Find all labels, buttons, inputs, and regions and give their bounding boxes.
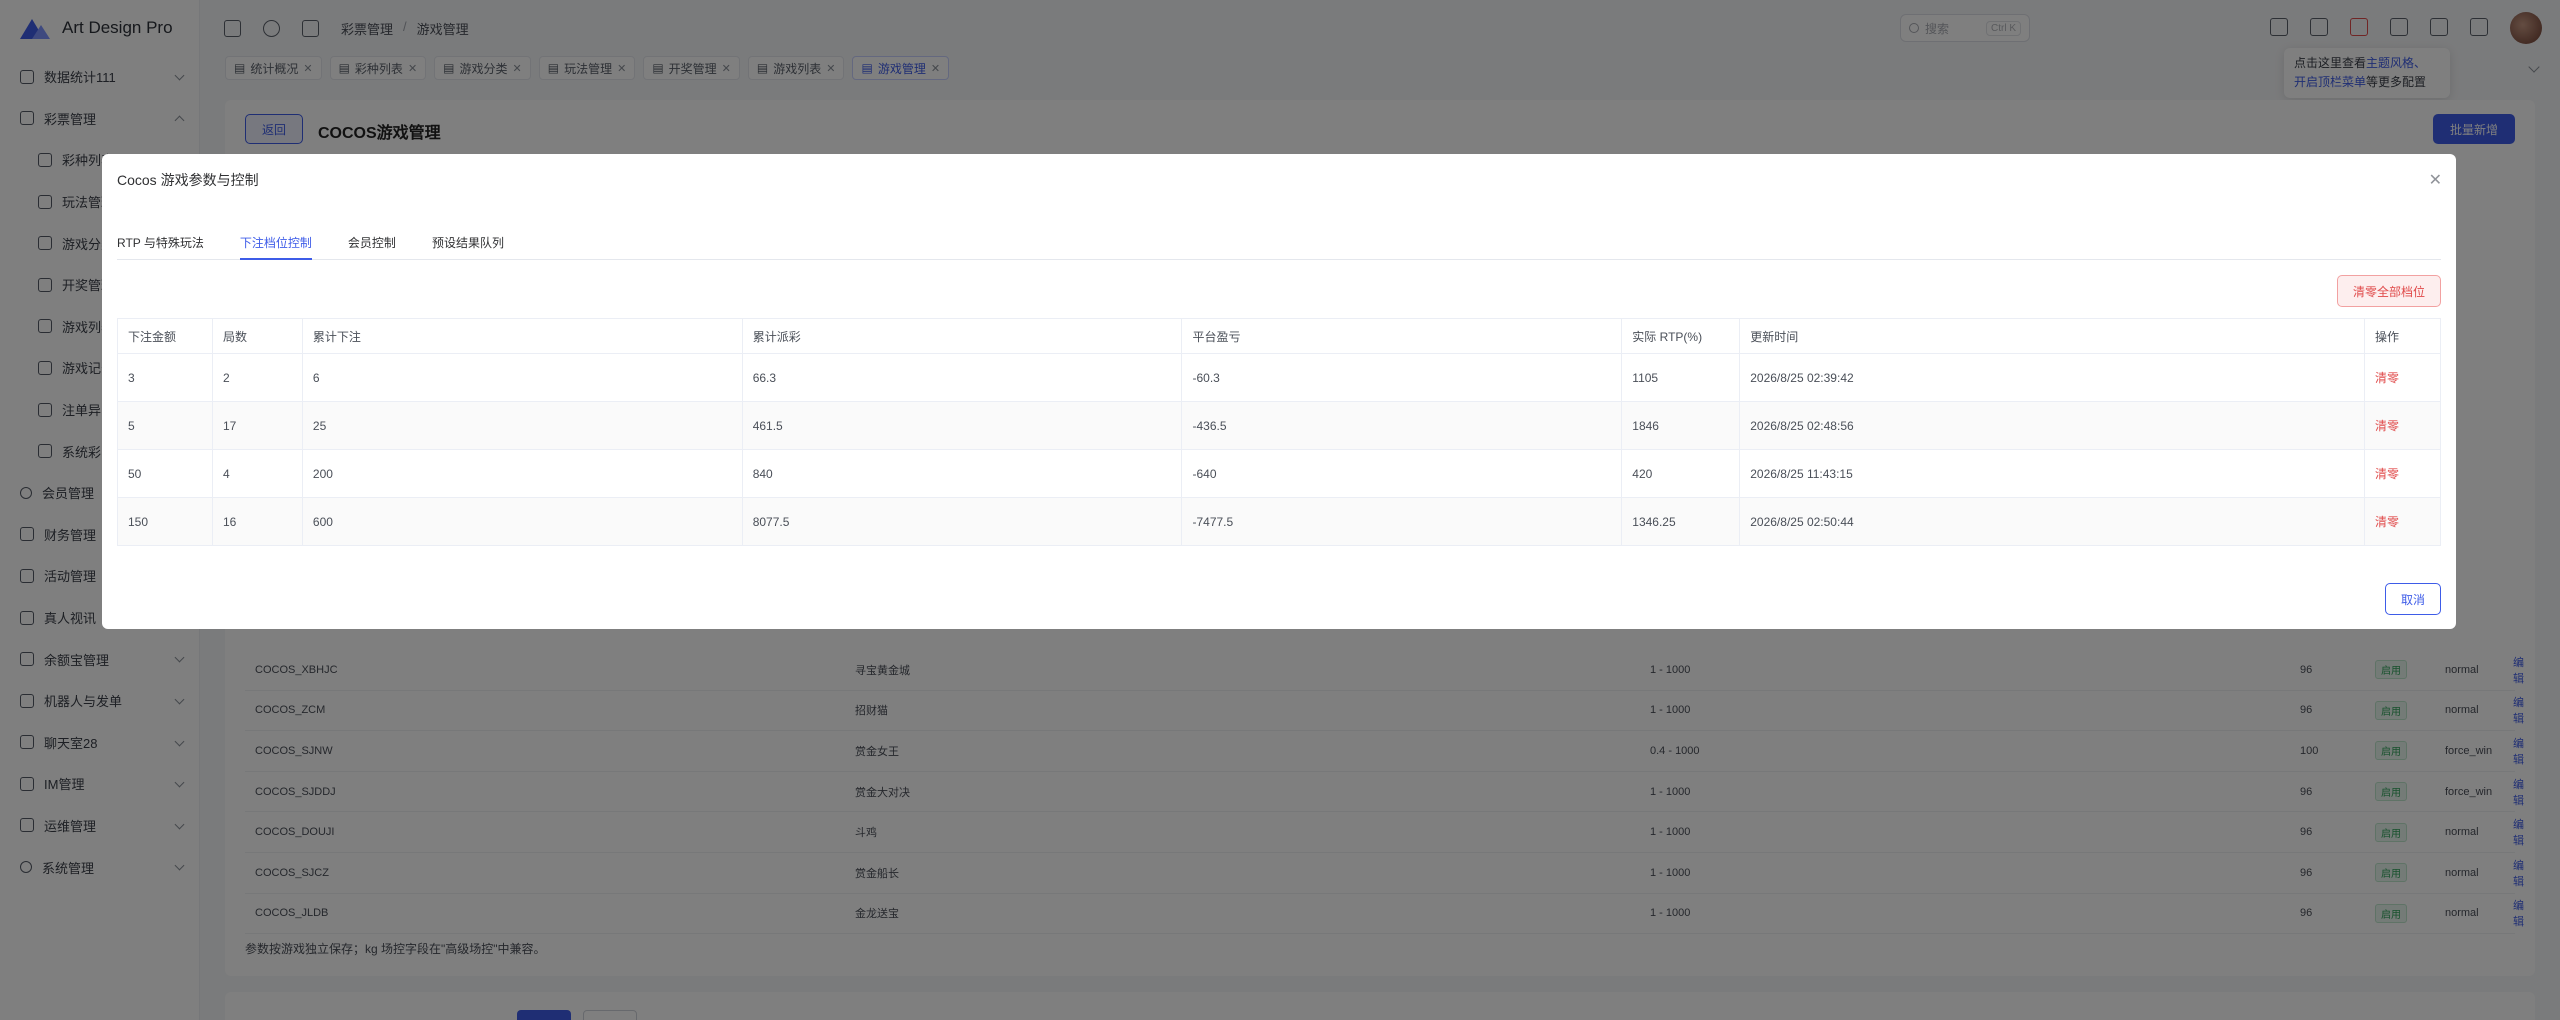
cancel-button[interactable]: 取消 <box>2385 583 2441 615</box>
table-cell: 16 <box>211 497 303 546</box>
table-cell: 8077.5 <box>741 497 1183 546</box>
column-header: 累计派彩 <box>741 318 1183 354</box>
column-header: 平台盈亏 <box>1181 318 1623 354</box>
table-cell: 25 <box>301 401 743 450</box>
table-row: 50 4 200 840 -640 420 2026/8/25 11:43:15 清零 <box>117 449 2442 498</box>
table-cell: -436.5 <box>1181 401 1623 450</box>
table-cell: 3 <box>117 353 213 402</box>
cocos-params-dialog: Cocos 游戏参数与控制 ✕ RTP 与特殊玩法 下注档位控制 会员控制 预设结果队… <box>102 154 2456 629</box>
column-header: 更新时间 <box>1739 318 2365 354</box>
column-header: 实际 RTP(%) <box>1621 318 1741 354</box>
table-cell: 461.5 <box>741 401 1183 450</box>
table-cell: 6 <box>301 353 743 402</box>
table-cell: 1105 <box>1621 353 1741 402</box>
table-row: 5 17 25 461.5 -436.5 1846 2026/8/25 02:48:56 清零 <box>117 401 2442 450</box>
table-cell: 150 <box>117 497 213 546</box>
column-header: 操作 <box>2363 318 2442 354</box>
table-cell: 1346.25 <box>1621 497 1741 546</box>
dialog-tabs: RTP 与特殊玩法 下注档位控制 会员控制 预设结果队列 <box>117 234 2441 260</box>
table-cell: 200 <box>301 449 743 498</box>
reset-link[interactable]: 清零 <box>2363 401 2442 450</box>
reset-link[interactable]: 清零 <box>2363 353 2442 402</box>
table-cell: 50 <box>117 449 213 498</box>
table-cell: 5 <box>117 401 213 450</box>
table-cell: 840 <box>741 449 1183 498</box>
dialog-tab[interactable]: RTP 与特殊玩法 <box>117 234 204 260</box>
table-cell: 1846 <box>1621 401 1741 450</box>
table-row: 3 2 6 66.3 -60.3 1105 2026/8/25 02:39:42 清零 <box>117 353 2442 402</box>
table-body: 3 2 6 66.3 -60.3 1105 2026/8/25 02:39:42 清零 5 17 2… <box>117 353 2442 546</box>
table-cell: 2 <box>211 353 303 402</box>
reset-link[interactable]: 清零 <box>2363 497 2442 546</box>
table-cell: 2026/8/25 02:50:44 <box>1739 497 2365 546</box>
dialog-tab[interactable]: 会员控制 <box>348 234 396 260</box>
table-cell: 4 <box>211 449 303 498</box>
table-cell: 17 <box>211 401 303 450</box>
table-row: 150 16 600 8077.5 -7477.5 1346.25 2026/8/25 02… <box>117 497 2442 546</box>
table-cell: 2026/8/25 02:39:42 <box>1739 353 2365 402</box>
dialog-tab[interactable]: 下注档位控制 <box>239 234 312 260</box>
dialog-title: Cocos 游戏参数与控制 <box>117 172 259 188</box>
clear-all-tiers-button[interactable]: 清零全部档位 <box>2337 275 2441 307</box>
table-cell: 2026/8/25 11:43:15 <box>1739 449 2365 498</box>
table-header-row: 下注金额 局数 累计下注 累计派彩 平台盈亏 实际 RTP(%) 更新时间 操作 <box>117 318 2442 354</box>
column-header: 局数 <box>211 318 303 354</box>
table-cell: 2026/8/25 02:48:56 <box>1739 401 2365 450</box>
column-header: 累计下注 <box>301 318 743 354</box>
dialog-tab[interactable]: 预设结果队列 <box>432 234 504 260</box>
column-header: 下注金额 <box>117 318 213 354</box>
bet-tier-table: 下注金额 局数 累计下注 累计派彩 平台盈亏 实际 RTP(%) 更新时间 操作 3 2 6 66.… <box>117 318 2442 546</box>
reset-link[interactable]: 清零 <box>2363 449 2442 498</box>
table-cell: 66.3 <box>741 353 1183 402</box>
table-cell: -60.3 <box>1181 353 1623 402</box>
table-cell: -7477.5 <box>1181 497 1623 546</box>
table-cell: 600 <box>301 497 743 546</box>
table-cell: 420 <box>1621 449 1741 498</box>
close-icon[interactable]: ✕ <box>2429 170 2442 190</box>
table-cell: -640 <box>1181 449 1623 498</box>
